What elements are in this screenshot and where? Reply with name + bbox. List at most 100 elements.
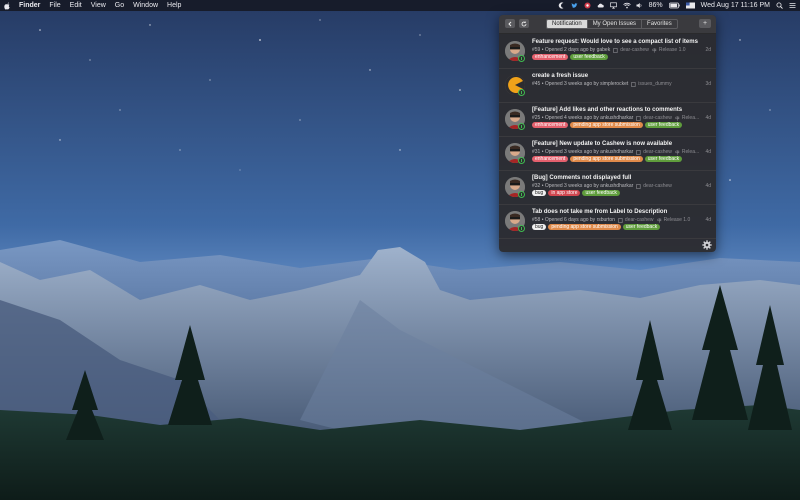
tab-my-open-issues[interactable]: My Open Issues [588,20,643,28]
issue-label[interactable]: enhancement [532,54,569,60]
milestone-icon [657,217,662,223]
issue-milestone-name: Relea... [681,149,700,155]
issue-meta: #59 • Opened 2 days ago by gabek dear-ca… [532,47,686,53]
issue-row[interactable]: [Bug] Comments not displayed full #32 • … [499,171,716,205]
issue-meta: #31 • Opened 3 weeks ago by ankushdharka… [532,149,699,155]
battery-icon[interactable] [668,2,680,9]
open-issue-icon [518,157,525,164]
flag-icon[interactable] [685,2,695,9]
issue-title: create a fresh issue [532,73,589,79]
milestone-icon [675,149,680,155]
issue-label[interactable]: in app store [548,190,581,196]
battery-percent: 86% [648,2,663,9]
panel-footer [499,238,716,252]
tab-favorites[interactable]: Favorites [642,20,677,28]
issue-label[interactable]: user feedback [570,54,608,60]
cloud-icon[interactable] [597,2,604,9]
issue-milestone: Relea... [675,115,699,121]
issue-label[interactable]: user feedback [644,122,683,128]
issue-label[interactable]: bug [532,190,547,196]
back-button[interactable] [505,19,515,28]
volume-icon[interactable] [636,2,643,9]
issue-label[interactable]: pending app store submission [570,156,643,162]
menu-edit[interactable]: Edit [70,2,82,9]
issue-row[interactable]: [Feature] New update to Cashew is now av… [499,137,716,171]
refresh-icon [521,20,527,26]
list-icon[interactable] [789,2,796,9]
search-icon[interactable] [776,2,783,9]
issue-repo-name: issues_dummy [638,81,672,87]
menu-help[interactable]: Help [167,2,181,9]
issue-repo-name: dear-cashew [643,115,672,121]
issue-age: 4d [705,183,711,189]
issue-list: Feature request: Would love to see a com… [499,35,716,239]
issue-meta: #45 • Opened 3 weeks ago by simplerocket… [532,81,672,87]
issue-milestone: Relea... [675,149,699,155]
open-issue-icon [518,191,525,198]
twitter-icon[interactable] [571,2,578,9]
refresh-button[interactable] [519,19,529,28]
airplay-icon[interactable] [609,2,617,9]
menu-app-finder[interactable]: Finder [19,2,40,9]
wifi-icon[interactable] [622,2,631,9]
issue-milestone: Release 1.0 [652,47,686,53]
apple-icon[interactable] [4,2,11,10]
menu-file[interactable]: File [49,2,60,9]
menu-view[interactable]: View [91,2,106,9]
issue-repo-name: dear-cashew [643,149,672,155]
repo-icon [618,217,623,223]
open-issue-icon [518,123,525,130]
issue-summary: #45 • Opened 3 weeks ago by simplerocket [532,81,629,87]
gear-icon[interactable] [702,240,712,250]
issue-row[interactable]: Tab does not take me from Label to Descr… [499,205,716,239]
issue-repo: dear-cashew [636,149,672,155]
add-button[interactable]: + [699,19,711,28]
issue-label[interactable]: user feedback [622,224,661,230]
issue-labels: enhancement user feedback [532,54,608,60]
issue-repo-name: dear-cashew [624,217,654,223]
issue-labels: bug in app store user feedback [532,190,620,196]
issue-row[interactable]: [Feature] Add likes and other reactions … [499,103,716,137]
issue-age: 2d [705,47,711,53]
issue-age: 3d [705,81,711,87]
issue-repo: issues_dummy [631,81,672,87]
issue-age: 4d [705,149,711,155]
issue-label[interactable]: pending app store submission [548,224,621,230]
issue-labels: enhancement pending app store submission u… [532,156,683,162]
issue-title: [Bug] Comments not displayed full [532,175,632,181]
issue-label[interactable]: user feedback [644,156,683,162]
issue-title: Tab does not take me from Label to Descr… [532,209,668,215]
issue-label[interactable]: user feedback [582,190,620,196]
issue-label[interactable]: enhancement [532,156,569,162]
issue-title: Feature request: Would love to see a com… [532,39,698,45]
issue-repo: dear-cashew [613,47,649,53]
issue-summary: #32 • Opened 3 weeks ago by ankushdharka… [532,183,634,189]
issue-label[interactable]: enhancement [532,122,569,128]
cashew-panel: Notification My Open Issues Favorites + … [499,15,716,252]
menu-window[interactable]: Window [133,2,158,9]
repo-icon [636,183,641,189]
issue-row[interactable]: create a fresh issue #45 • Opened 3 week… [499,69,716,103]
milestone-icon [652,47,657,53]
tab-notification[interactable]: Notification [547,20,588,28]
issue-row[interactable]: Feature request: Would love to see a com… [499,35,716,69]
issue-age: 4d [705,217,711,223]
issue-label[interactable]: bug [532,224,547,230]
cashew-icon[interactable] [558,2,565,9]
record-icon[interactable] [584,2,591,9]
repo-icon [631,81,636,87]
tab-bar: Notification My Open Issues Favorites [546,19,678,29]
issue-milestone-name: Relea... [681,115,700,121]
issue-repo: dear-cashew [636,183,672,189]
status-area: 86% Wed Aug 17 11:16 PM [558,2,796,9]
menu-go[interactable]: Go [115,2,124,9]
menu-bar: Finder File Edit View Go Window Help 86%… [0,0,800,11]
issue-repo: dear-cashew [618,217,654,223]
menubar-clock[interactable]: Wed Aug 17 11:16 PM [701,2,770,9]
repo-icon [636,115,641,121]
repo-icon [613,47,618,53]
milestone-icon [675,115,680,121]
issue-label[interactable]: pending app store submission [570,122,643,128]
issue-summary: #31 • Opened 3 weeks ago by ankushdharka… [532,149,634,155]
issue-title: [Feature] New update to Cashew is now av… [532,141,673,147]
